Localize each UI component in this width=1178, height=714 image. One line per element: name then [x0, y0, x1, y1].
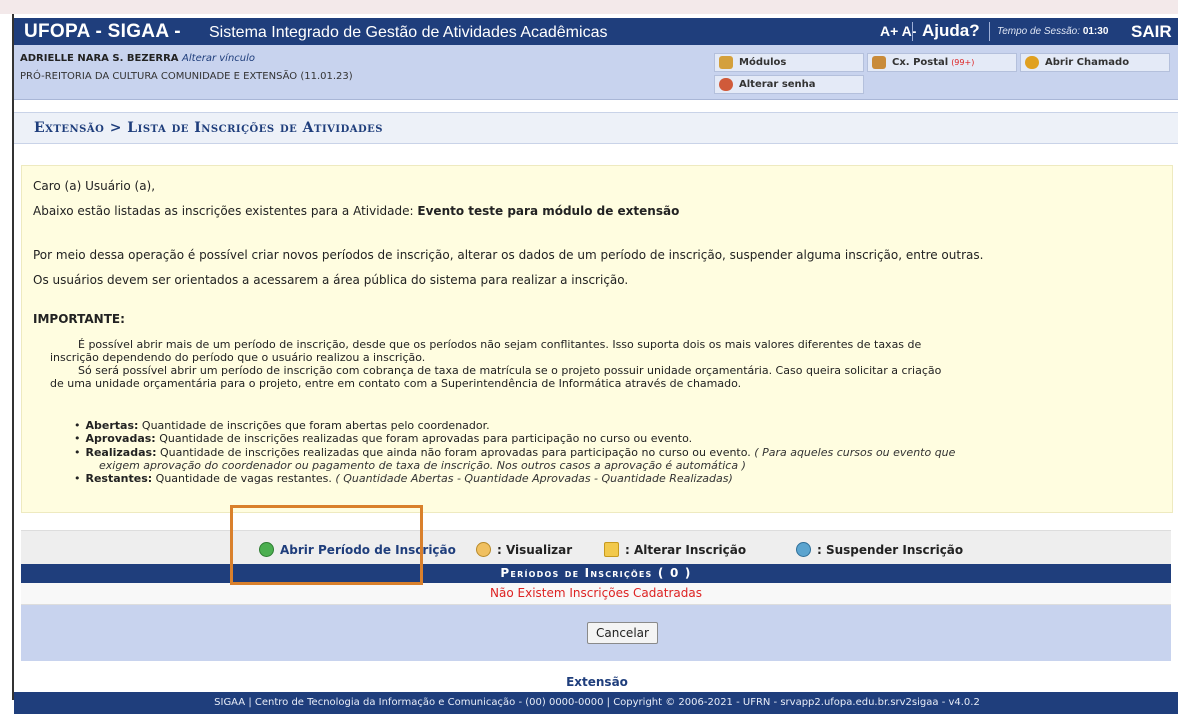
system-subtitle: Sistema Integrado de Gestão de Atividade…	[209, 24, 608, 41]
legend-list: • Abertas: Quantidade de inscrições que …	[74, 419, 1164, 485]
list-item: • Restantes: Quantidade de vagas restant…	[74, 472, 733, 486]
activity-name: Evento teste para módulo de extensão	[417, 204, 680, 218]
font-size-controls[interactable]: A+ A-	[880, 23, 916, 39]
suspend-legend: : Suspender Inscrição	[796, 542, 963, 557]
header-divider	[989, 22, 990, 41]
page-footer: SIGAA | Centro de Tecnologia da Informaç…	[14, 692, 1178, 714]
suspend-icon	[796, 542, 811, 557]
modules-button[interactable]: Módulos	[714, 53, 864, 72]
edit-legend: : Alterar Inscrição	[604, 542, 746, 557]
mailbox-button[interactable]: Cx. Postal (99+)	[867, 53, 1017, 72]
important-note-1a: É possível abrir mais de um período de i…	[78, 338, 922, 351]
list-item: exigem aprovação do coordenador ou pagam…	[99, 458, 746, 472]
brand-title: UFOPA - SIGAA -	[24, 21, 181, 42]
user-department: PRÓ-REITORIA DA CULTURA COMUNIDADE E EXT…	[20, 71, 353, 82]
logout-link[interactable]: SAIR	[1131, 22, 1172, 42]
modules-icon	[719, 56, 733, 69]
help-link[interactable]: Ajuda?	[922, 21, 980, 41]
important-title: IMPORTANTE:	[33, 312, 125, 326]
user-name: ADRIELLE NARA S. BEZERRA Alterar vínculo	[20, 53, 256, 64]
edit-icon	[604, 542, 619, 557]
magnifier-icon	[476, 542, 491, 557]
mailbox-icon	[872, 56, 886, 69]
operation-description: Por meio dessa operação é possível criar…	[33, 248, 984, 262]
empty-message: Não Existem Inscrições Cadatradas	[21, 583, 1171, 605]
view-legend: : Visualizar	[476, 542, 572, 557]
page-title: Extensão > Lista de Inscrições de Ativid…	[34, 120, 384, 136]
system-header: UFOPA - SIGAA - Sistema Integrado de Ges…	[14, 18, 1178, 45]
list-item: • Aprovadas: Quantidade de inscrições re…	[74, 432, 693, 446]
annotation-highlight-box	[230, 505, 423, 585]
list-item: • Realizadas: Quantidade de inscrições r…	[74, 445, 956, 459]
breadcrumb: Extensão > Lista de Inscrições de Ativid…	[14, 112, 1178, 144]
open-ticket-button[interactable]: Abrir Chamado	[1020, 53, 1170, 72]
key-icon	[719, 78, 733, 91]
browser-top-strip	[0, 0, 1178, 14]
mailbox-count-badge: (99+)	[951, 58, 975, 67]
activity-line: Abaixo estão listadas as inscrições exis…	[33, 204, 680, 218]
ticket-icon	[1025, 56, 1039, 69]
periods-table-header: Períodos de Inscrições ( 0 )	[21, 564, 1171, 583]
header-divider	[912, 22, 913, 41]
important-note-1b: inscrição dependendo do período que o us…	[50, 351, 426, 364]
sigaa-page: UFOPA - SIGAA - Sistema Integrado de Ges…	[12, 14, 1178, 714]
user-info-bar: ADRIELLE NARA S. BEZERRA Alterar vínculo…	[14, 45, 1178, 100]
cancel-button[interactable]: Cancelar	[587, 622, 658, 644]
important-note-2b: de uma unidade orçamentária para o proje…	[50, 377, 742, 390]
greeting-text: Caro (a) Usuário (a),	[33, 179, 156, 193]
action-legend-bar: Abrir Período de Inscrição : Visualizar …	[21, 530, 1171, 564]
list-item: • Abertas: Quantidade de inscrições que …	[74, 419, 490, 432]
button-bar: Cancelar	[21, 605, 1171, 661]
session-timer: Tempo de Sessão: 01:30	[997, 26, 1109, 37]
change-password-button[interactable]: Alterar senha	[714, 75, 864, 94]
important-note-2a: Só será possível abrir um período de ins…	[78, 364, 942, 377]
public-area-note: Os usuários devem ser orientados a acess…	[33, 273, 629, 287]
change-link-link[interactable]: Alterar vínculo	[182, 53, 255, 64]
module-name: Extensão	[566, 675, 628, 689]
